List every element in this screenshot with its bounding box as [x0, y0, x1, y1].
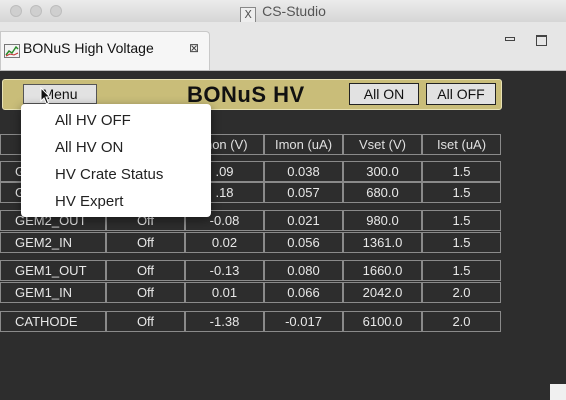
row-imon: 0.021: [264, 210, 343, 231]
menu-item-all-hv-off[interactable]: All HV OFF: [55, 112, 131, 129]
row-vset: 680.0: [343, 182, 422, 203]
row-vset: 980.0: [343, 210, 422, 231]
close-tab-icon[interactable]: ⊠: [189, 41, 199, 55]
row-iset: 1.5: [422, 260, 501, 281]
editor-tabbar: BONuS High Voltage ⊠: [0, 22, 566, 71]
header-imon: Imon (uA): [264, 134, 343, 155]
row-vset: 1361.0: [343, 232, 422, 253]
row-imon: 0.038: [264, 161, 343, 182]
row-vset: 300.0: [343, 161, 422, 182]
menu-button[interactable]: Menu: [23, 84, 97, 104]
app-title: X CS-Studio: [0, 3, 566, 23]
tab-bonus-high-voltage[interactable]: BONuS High Voltage ⊠: [0, 31, 210, 70]
chart-tab-icon: [4, 44, 20, 58]
row-name: GEM1_OUT: [0, 260, 106, 281]
minimize-icon[interactable]: [505, 37, 515, 41]
row-status: Off: [106, 260, 185, 281]
row-imon: -0.017: [264, 311, 343, 332]
menu-item-all-hv-on[interactable]: All HV ON: [55, 139, 123, 156]
row-imon: 0.056: [264, 232, 343, 253]
row-iset: 2.0: [422, 311, 501, 332]
resize-grip[interactable]: [550, 384, 566, 400]
row-status: Off: [106, 232, 185, 253]
tab-label: BONuS High Voltage: [23, 40, 154, 56]
row-imon: 0.057: [264, 182, 343, 203]
row-vmon: 0.02: [185, 232, 264, 253]
maximize-icon[interactable]: [536, 35, 547, 46]
row-vmon: 0.01: [185, 282, 264, 303]
row-iset: 1.5: [422, 182, 501, 203]
row-imon: 0.066: [264, 282, 343, 303]
menu-item-hv-expert[interactable]: HV Expert: [55, 193, 123, 210]
app-title-text: CS-Studio: [262, 3, 326, 19]
row-vmon: -1.38: [185, 311, 264, 332]
menu-dropdown: All HV OFF All HV ON HV Crate Status HV …: [21, 104, 211, 217]
row-status: Off: [106, 311, 185, 332]
row-vset: 2042.0: [343, 282, 422, 303]
all-off-button[interactable]: All OFF: [426, 83, 496, 105]
row-vset: 6100.0: [343, 311, 422, 332]
row-iset: 1.5: [422, 232, 501, 253]
row-name: GEM1_IN: [0, 282, 106, 303]
header-vset: Vset (V): [343, 134, 422, 155]
row-status: Off: [106, 282, 185, 303]
menu-item-hv-crate-status[interactable]: HV Crate Status: [55, 166, 163, 183]
row-iset: 2.0: [422, 282, 501, 303]
row-vmon: -0.13: [185, 260, 264, 281]
header-iset: Iset (uA): [422, 134, 501, 155]
row-iset: 1.5: [422, 161, 501, 182]
row-name: GEM2_IN: [0, 232, 106, 253]
row-iset: 1.5: [422, 210, 501, 231]
x-window-icon: X: [240, 7, 257, 23]
row-imon: 0.080: [264, 260, 343, 281]
row-name: CATHODE: [0, 311, 106, 332]
all-on-button[interactable]: All ON: [349, 83, 419, 105]
window-titlebar: X CS-Studio: [0, 0, 566, 23]
row-vset: 1660.0: [343, 260, 422, 281]
mouse-pointer-icon: [40, 87, 52, 105]
